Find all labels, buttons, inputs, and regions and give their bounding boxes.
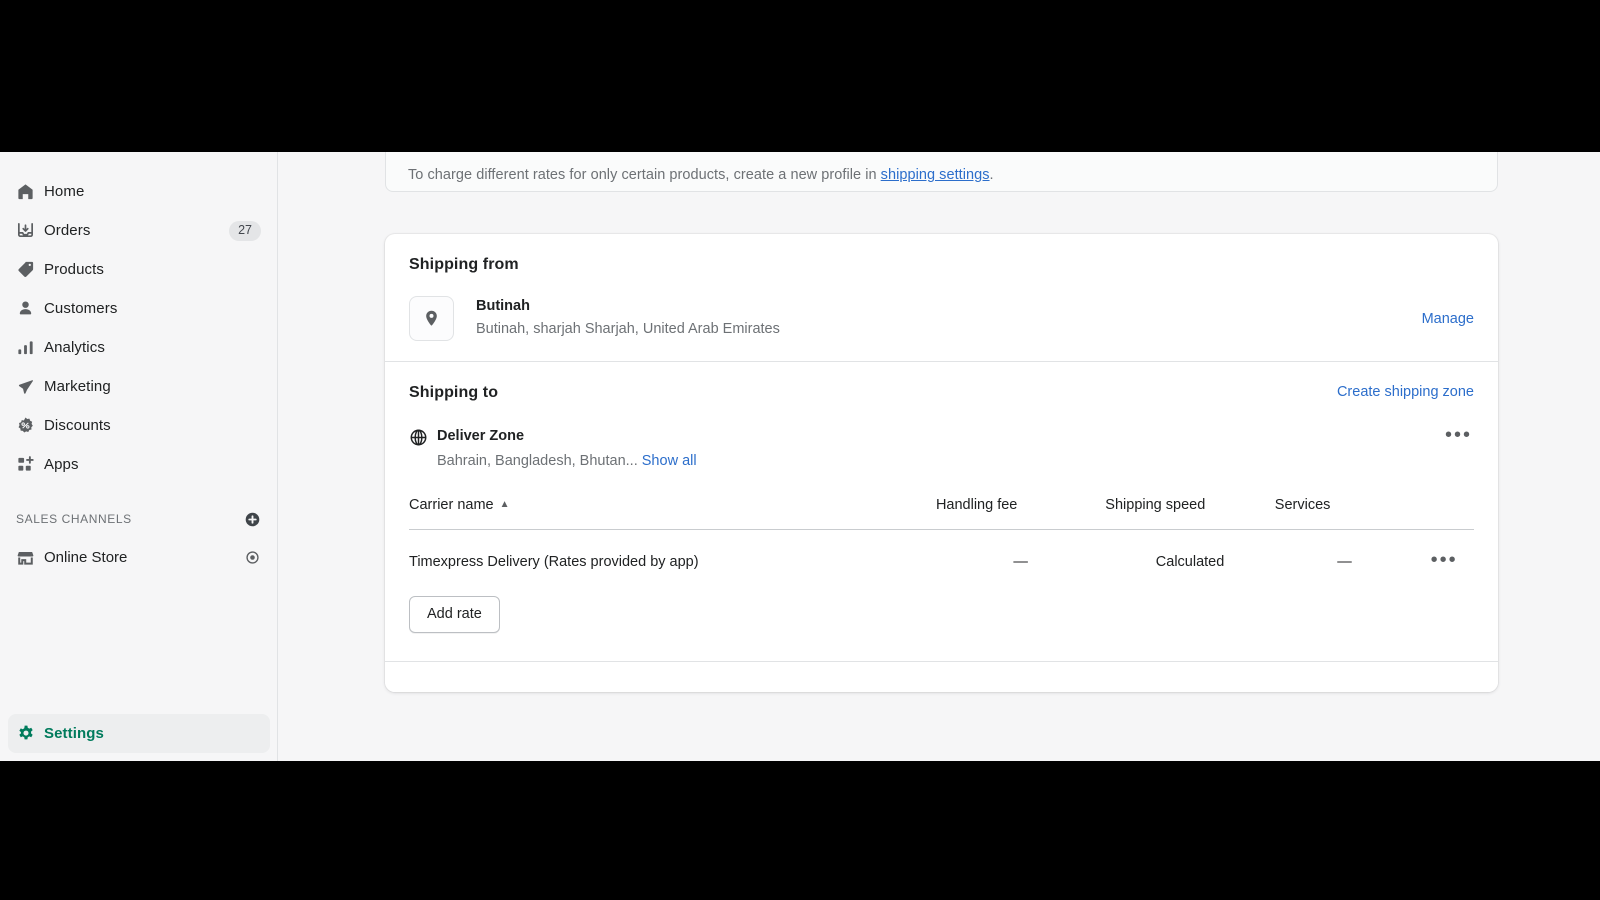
sidebar-item-customers[interactable]: Customers [8,289,269,328]
cell-services: — [1337,553,1352,570]
shipping-origin-row: Butinah Butinah, sharjah Sharjah, United… [409,296,1474,341]
apps-grid-plus-icon [16,455,44,474]
zone-countries-text: Bahrain, Bangladesh, Bhutan... [437,452,638,469]
products-tag-icon [16,260,44,279]
analytics-bars-icon [16,338,44,357]
sidebar-item-apps[interactable]: Apps [8,445,269,484]
zone-actions-ellipsis-icon[interactable]: ••• [1443,425,1474,445]
banner-text: To charge different rates for only certa… [408,167,994,183]
home-icon [16,182,44,201]
sidebar-item-label: Marketing [44,378,111,395]
sidebar-item-label: Customers [44,300,118,317]
shipping-from-title: Shipping from [409,256,519,273]
shipping-card: Shipping from Butinah Butinah, sharjah S… [385,234,1498,692]
sidebar-item-label: Products [44,261,104,278]
shipping-zone-row: Deliver Zone Bahrain, Bangladesh, Bhutan… [409,425,1474,469]
sidebar-item-discounts[interactable]: Discounts [8,406,269,445]
shipping-to-title: Shipping to [409,384,499,401]
discounts-percent-icon [16,416,44,435]
screen: Home Orders 27 Products Customers Analyt… [0,0,1600,900]
create-shipping-zone-link[interactable]: Create shipping zone [1337,384,1474,400]
sidebar-item-products[interactable]: Products [8,250,269,289]
show-all-countries-link[interactable]: Show all [642,453,697,469]
marketing-megaphone-icon [16,377,44,396]
shipping-to-section: Shipping to Create shipping zone Deliver… [385,362,1498,594]
map-pin-icon [409,296,454,341]
origin-address: Butinah, sharjah Sharjah, United Arab Em… [476,321,780,338]
sidebar-navigation: Home Orders 27 Products Customers Analyt… [0,152,278,761]
banner-text-after: . [989,167,994,183]
add-rate-button[interactable]: Add rate [409,595,500,633]
cell-row-actions: ••• [1414,529,1474,594]
cell-shipping-speed: Calculated [1155,553,1225,570]
banner-text-before: To charge different rates for only certa… [408,167,881,183]
zone-name: Deliver Zone [437,428,525,444]
cell-handling-fee: — [1013,553,1028,570]
shipping-origin-texts: Butinah Butinah, sharjah Sharjah, United… [476,296,1422,340]
rates-header-row: Carrier name ▲ Handling fee Shipping spee… [409,496,1474,530]
gear-icon [16,724,44,744]
storefront-icon [16,548,44,567]
shipping-zone-body: Deliver Zone Bahrain, Bangladesh, Bhutan… [437,426,1443,469]
eye-icon[interactable] [244,549,261,566]
shipping-settings-link[interactable]: shipping settings [881,167,990,183]
sidebar-item-settings[interactable]: Settings [8,714,270,753]
rate-actions-ellipsis-icon[interactable]: ••• [1429,545,1460,575]
plus-circle-icon[interactable] [244,511,261,528]
card-tail [385,661,1498,692]
column-header-actions [1414,496,1474,530]
cell-carrier-name: Timexpress Delivery (Rates provided by a… [409,553,699,570]
sidebar-item-home[interactable]: Home [8,172,269,211]
sidebar-item-label: Apps [44,456,79,473]
column-header-shipping-speed[interactable]: Shipping speed [1105,496,1275,530]
sidebar-item-label: Analytics [44,339,105,356]
shipping-to-header: Shipping to Create shipping zone [409,384,1474,402]
sidebar-item-marketing[interactable]: Marketing [8,367,269,406]
column-header-carrier-name[interactable]: Carrier name ▲ [409,496,936,530]
origin-name: Butinah [476,298,530,315]
settings-section: Settings [0,714,278,756]
column-label: Carrier name [409,496,494,513]
shipping-profile-banner: To charge different rates for only certa… [385,152,1498,192]
zone-countries: Bahrain, Bangladesh, Bhutan... Show all [437,453,1443,469]
rates-table-body: Timexpress Delivery (Rates provided by a… [409,529,1474,594]
sales-channels-section-header: SALES CHANNELS [8,502,269,536]
globe-icon [409,426,437,452]
customers-person-icon [16,299,44,318]
sort-ascending-icon: ▲ [499,498,510,510]
browser-viewport: Home Orders 27 Products Customers Analyt… [0,152,1600,761]
column-header-services[interactable]: Services [1274,496,1415,530]
table-row: Timexpress Delivery (Rates provided by a… [409,529,1474,594]
sidebar-item-label: Orders [44,222,91,239]
sidebar-item-label: Settings [44,725,104,742]
sidebar-item-online-store[interactable]: Online Store [8,538,269,577]
rates-table-head: Carrier name ▲ Handling fee Shipping spee… [409,496,1474,530]
main-content: To charge different rates for only certa… [279,152,1600,761]
manage-location-link[interactable]: Manage [1422,311,1474,327]
sidebar-item-orders[interactable]: Orders 27 [8,211,269,250]
sidebar-item-label: Discounts [44,417,111,434]
orders-count-badge: 27 [229,220,261,241]
sidebar-item-label: Online Store [44,549,128,566]
shipping-rates-table: Carrier name ▲ Handling fee Shipping spee… [409,496,1474,594]
sidebar-item-label: Home [44,183,85,200]
orders-icon [16,221,44,240]
sidebar-item-analytics[interactable]: Analytics [8,328,269,367]
shipping-from-section: Shipping from Butinah Butinah, sharjah S… [385,234,1498,361]
column-header-handling-fee[interactable]: Handling fee [935,496,1106,530]
sales-channels-heading: SALES CHANNELS [16,512,132,526]
add-rate-wrap: Add rate [385,594,1498,661]
